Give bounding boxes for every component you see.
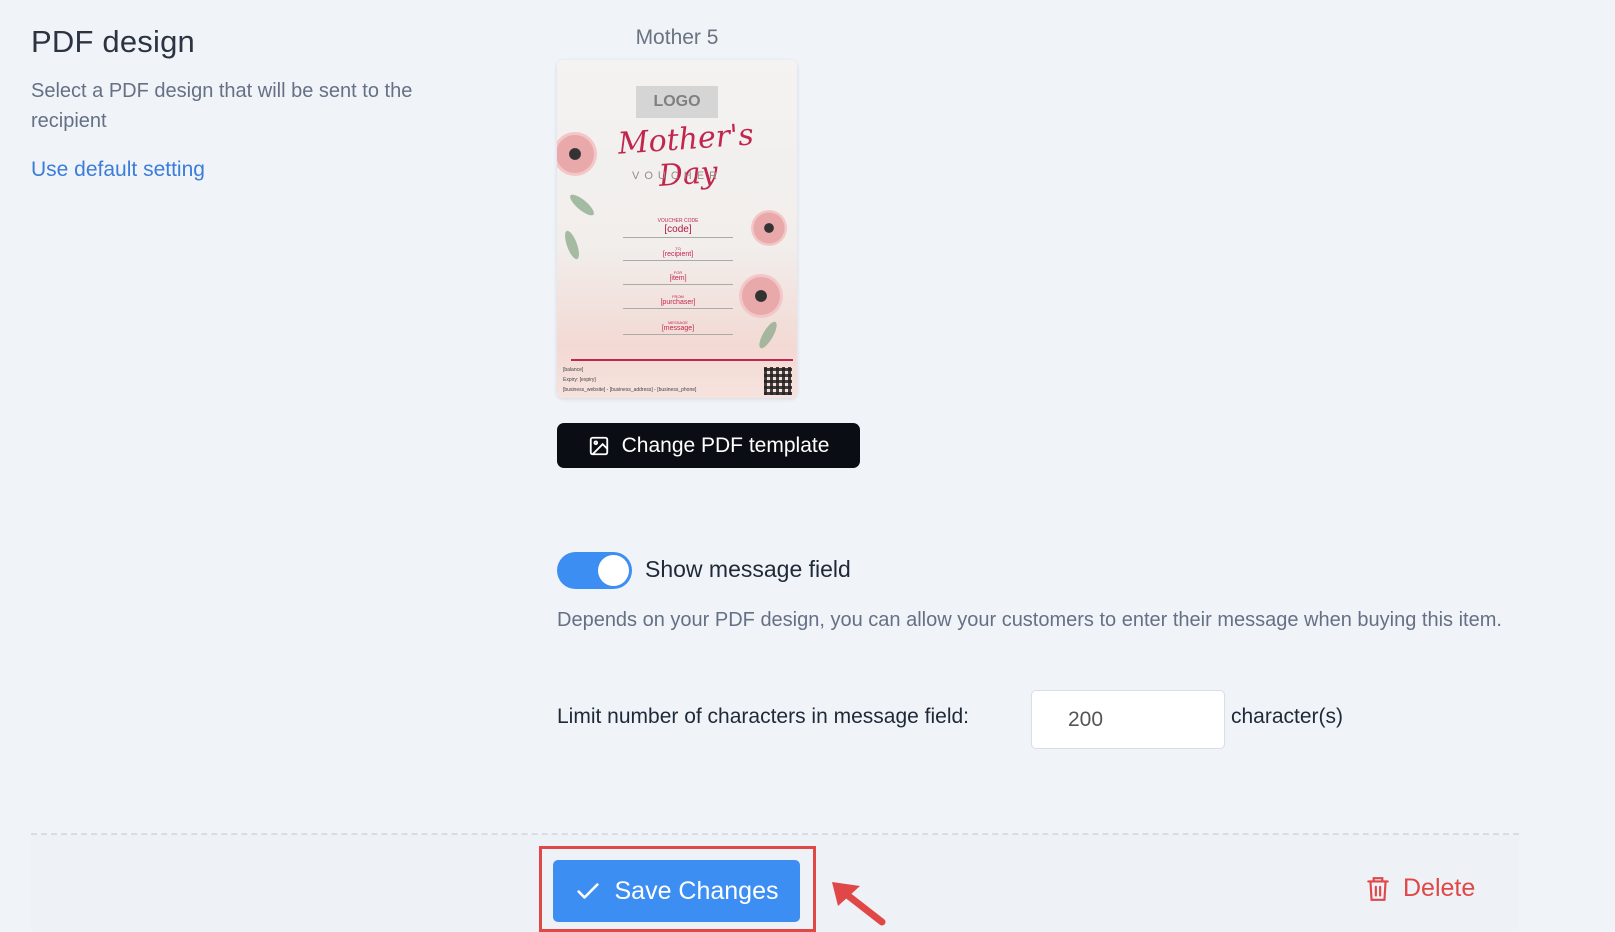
footer-divider [31, 833, 1519, 835]
voucher-field-value: [purchaser] [660, 299, 696, 306]
image-icon [589, 436, 608, 455]
limit-characters-label: Limit number of characters in message fi… [557, 705, 970, 728]
voucher-subtitle: VOUCHER [631, 170, 722, 182]
change-pdf-template-button[interactable]: Change PDF template [557, 423, 860, 468]
voucher-balance: [balance] [563, 367, 584, 373]
voucher-expiry: Expiry: [expiry] [563, 377, 596, 383]
toggle-knob [598, 555, 629, 586]
limit-characters-unit: character(s) [1231, 705, 1344, 728]
change-pdf-template-label: Change PDF template [621, 433, 830, 457]
section-title: PDF design [31, 24, 195, 59]
voucher-field-value: [code] [664, 224, 692, 235]
pdf-preview[interactable]: LOGO Mother's Day VOUCHER VOUCHER CODE [… [557, 60, 797, 398]
trash-icon [1367, 876, 1389, 901]
leaf-decoration [756, 319, 780, 351]
voucher-field: FOR [item] [623, 270, 733, 285]
flower-decoration [739, 274, 783, 318]
use-default-setting-link[interactable]: Use default setting [31, 158, 205, 182]
check-icon [577, 883, 600, 899]
leaf-decoration [562, 229, 582, 261]
voucher-business-info: [business_website] - [business_address] … [563, 387, 697, 393]
save-changes-label: Save Changes [614, 876, 779, 905]
voucher-script-title: Mother's Day [616, 117, 755, 194]
pdf-design-intro: PDF design Select a PDF design that will… [31, 24, 491, 182]
delete-label: Delete [1403, 874, 1476, 902]
flower-decoration [751, 210, 787, 246]
qr-code-icon [764, 367, 792, 395]
message-field-help-text: Depends on your PDF design, you can allo… [557, 609, 1502, 631]
pointer-arrow-icon [832, 882, 886, 926]
voucher-field: FROM [purchaser] [623, 294, 733, 309]
logo-placeholder: LOGO [636, 86, 718, 118]
voucher-field: MESSAGE [message] [623, 320, 733, 335]
voucher-field-value: [item] [669, 275, 687, 282]
design-name: Mother 5 [635, 26, 719, 49]
voucher-field-value: [recipient] [662, 251, 694, 258]
section-description: Select a PDF design that will be sent to… [31, 80, 413, 132]
voucher-field: TO [recipient] [623, 246, 733, 261]
show-message-field-label: Show message field [645, 556, 851, 582]
voucher-field: VOUCHER CODE [code] [623, 218, 733, 238]
leaf-decoration [567, 191, 597, 219]
save-changes-button[interactable]: Save Changes [553, 860, 800, 922]
show-message-field-toggle[interactable] [557, 552, 632, 589]
voucher-field-value: [message] [661, 325, 695, 332]
voucher-divider [571, 359, 793, 361]
limit-characters-input[interactable] [1031, 690, 1225, 749]
delete-button[interactable]: Delete [1365, 874, 1475, 903]
